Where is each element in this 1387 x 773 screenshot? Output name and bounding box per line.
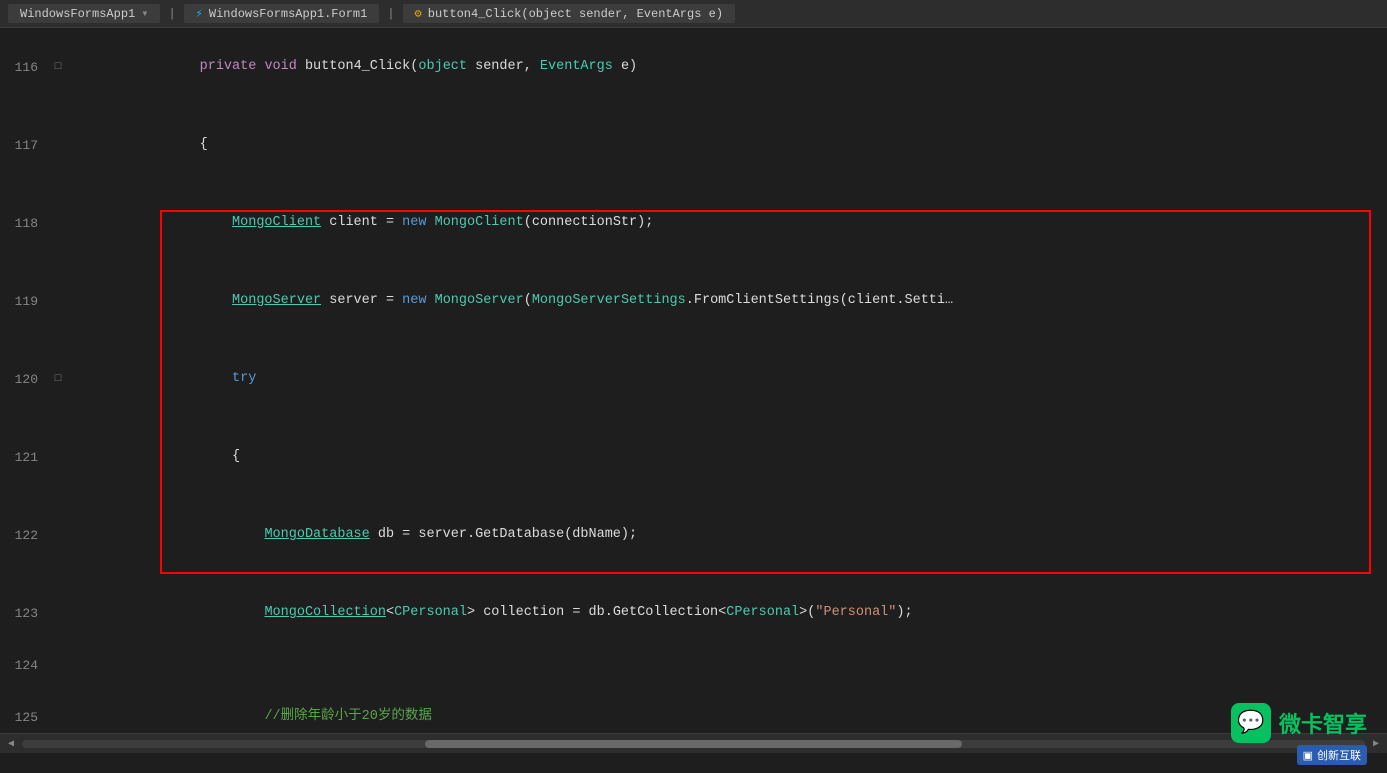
method-icon: ⚙ — [415, 6, 422, 21]
line-number: 125 — [0, 710, 50, 725]
tab-form1[interactable]: ⚡ WindowsFormsApp1.Form1 — [184, 4, 380, 23]
line-content-118: MongoClient client = new MongoClient(con… — [66, 184, 1387, 262]
line-number: 122 — [0, 528, 50, 543]
line-content-120: try — [66, 340, 1387, 418]
line-number: 124 — [0, 658, 50, 673]
scroll-thumb[interactable] — [425, 740, 962, 748]
line-number: 121 — [0, 450, 50, 465]
line-content-124 — [66, 652, 1387, 678]
scroll-right-arrow[interactable]: ▶ — [1369, 738, 1383, 750]
tab-method[interactable]: ⚙ button4_Click(object sender, EventArgs… — [403, 4, 735, 23]
line-content: private void button4_Click(object sender… — [66, 28, 1387, 106]
chevron-down-icon: ▾ — [141, 6, 148, 21]
editor: 116 □ private void button4_Click(object … — [0, 28, 1387, 753]
code-container[interactable]: 116 □ private void button4_Click(object … — [0, 28, 1387, 733]
line-content-119: MongoServer server = new MongoServer(Mon… — [66, 262, 1387, 340]
code-line-119: 119 MongoServer server = new MongoServer… — [0, 262, 1387, 340]
code-line-123: 123 MongoCollection<CPersonal> collectio… — [0, 574, 1387, 652]
code-line-116: 116 □ private void button4_Click(object … — [0, 28, 1387, 106]
line-content-121: { — [66, 418, 1387, 496]
scrollbar[interactable]: ◀ ▶ — [0, 733, 1387, 753]
line-number: 120 — [0, 372, 50, 387]
watermark: 💬 微卡智享 — [1231, 703, 1367, 743]
code-line-122: 122 MongoDatabase db = server.GetDatabas… — [0, 496, 1387, 574]
line-content-122: MongoDatabase db = server.GetDatabase(db… — [66, 496, 1387, 574]
watermark-wechat-icon: 💬 — [1231, 703, 1271, 743]
scroll-track[interactable] — [22, 740, 1365, 748]
line-number: 117 — [0, 138, 50, 153]
line-number: 116 — [0, 60, 50, 75]
logo-badge: ▣ 创新互联 — [1297, 745, 1367, 765]
code-line-118: 118 MongoClient client = new MongoClient… — [0, 184, 1387, 262]
logo-icon: ▣ — [1303, 749, 1313, 762]
line-number: 123 — [0, 606, 50, 621]
tab2-label: WindowsFormsApp1.Form1 — [209, 7, 367, 21]
line-content-125: //删除年龄小于20岁的数据 — [66, 678, 1387, 733]
line-number: 118 — [0, 216, 50, 231]
line-number: 119 — [0, 294, 50, 309]
tab1-label: WindowsFormsApp1 — [20, 7, 135, 21]
separator2: | — [383, 7, 398, 21]
logo-text: 创新互联 — [1317, 747, 1361, 763]
collapse-icon-120[interactable]: □ — [50, 373, 66, 385]
top-bar: WindowsFormsApp1 ▾ | ⚡ WindowsFormsApp1.… — [0, 0, 1387, 28]
tab-windowsformsapp1[interactable]: WindowsFormsApp1 ▾ — [8, 4, 160, 23]
collapse-icon[interactable]: □ — [50, 61, 66, 73]
code-line-120: 120 □ try — [0, 340, 1387, 418]
code-line-121: 121 { — [0, 418, 1387, 496]
code-line-125: 125 //删除年龄小于20岁的数据 — [0, 678, 1387, 733]
line-content-123: MongoCollection<CPersonal> collection = … — [66, 574, 1387, 652]
tab3-label: button4_Click(object sender, EventArgs e… — [428, 7, 723, 21]
separator1: | — [164, 7, 179, 21]
scroll-left-arrow[interactable]: ◀ — [4, 738, 18, 750]
code-line-124: 124 — [0, 652, 1387, 678]
code-line-117: 117 { — [0, 106, 1387, 184]
form1-icon: ⚡ — [196, 6, 203, 21]
watermark-logo: ▣ 创新互联 — [1297, 745, 1367, 765]
line-content-117: { — [66, 106, 1387, 184]
watermark-text: 微卡智享 — [1279, 707, 1367, 739]
